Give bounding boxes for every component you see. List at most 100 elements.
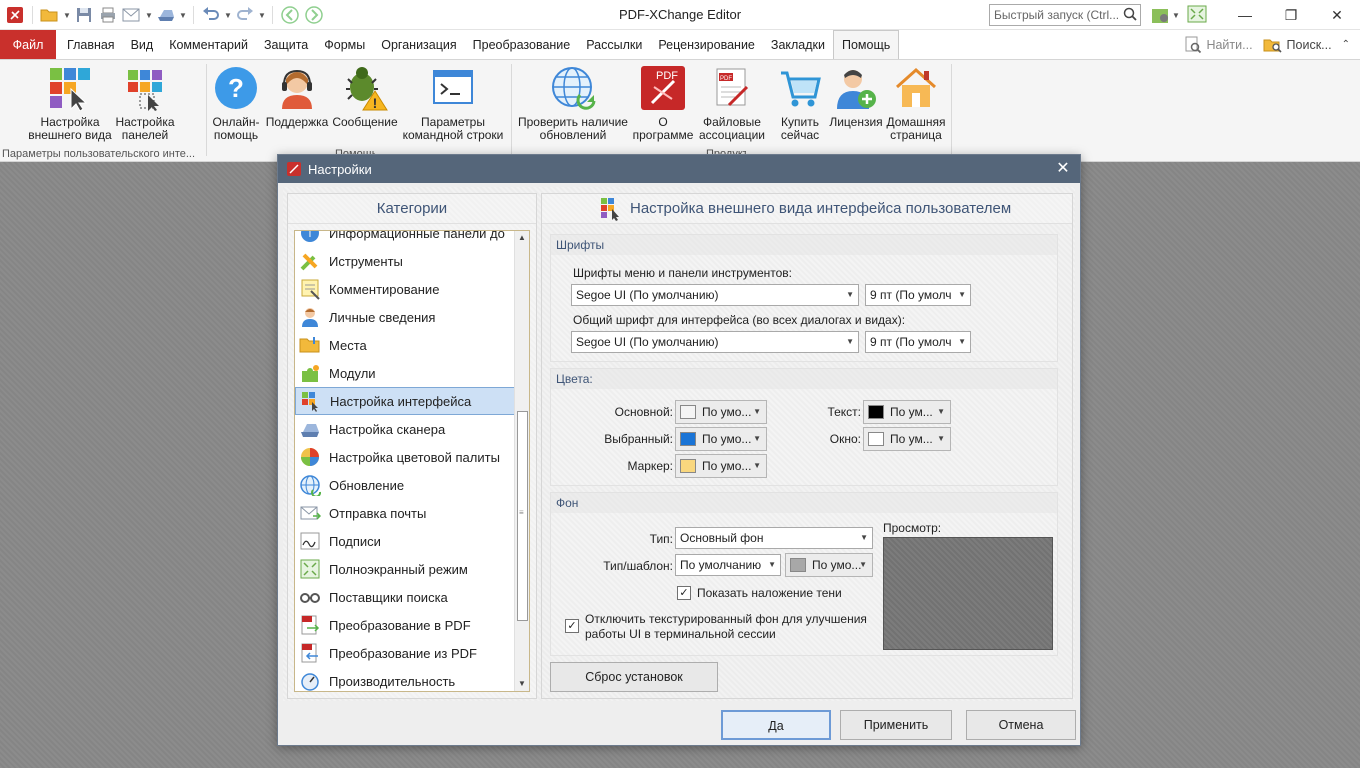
search-icon — [1123, 7, 1137, 24]
category-item-search-providers[interactable]: Поставщики поиска — [295, 583, 515, 611]
category-item-personal-info[interactable]: Личные сведения — [295, 303, 515, 331]
category-item-send-mail[interactable]: Отправка почты — [295, 499, 515, 527]
fullscreen-icon[interactable] — [1186, 4, 1208, 27]
category-item-tools[interactable]: Иструменты — [295, 247, 515, 275]
report-bug-button[interactable]: ! Сообщение — [330, 64, 400, 129]
undo-icon[interactable] — [200, 4, 222, 26]
tab-protect[interactable]: Защита — [256, 30, 316, 59]
tab-comment[interactable]: Комментарий — [161, 30, 256, 59]
window-color-picker[interactable]: По ум... ▼ — [863, 427, 951, 451]
quick-search-input[interactable]: Быстрый запуск (Ctrl... — [989, 4, 1141, 26]
category-item-places[interactable]: Места — [295, 331, 515, 359]
menu-font-select[interactable]: Segoe UI (По умолчанию) ▼ — [571, 284, 859, 306]
category-item-to-pdf[interactable]: Преобразование в PDF — [295, 611, 515, 639]
file-associations-button[interactable]: PDF Файловые ассоциации — [696, 64, 768, 142]
scroll-down-icon[interactable]: ▼ — [515, 677, 529, 691]
selected-color-label: Выбранный: — [604, 432, 673, 446]
license-button[interactable]: Лицензия — [828, 64, 884, 129]
category-item-signatures[interactable]: Подписи — [295, 527, 515, 555]
scan-dropdown-icon[interactable]: ▼ — [179, 11, 187, 20]
ui-appearance-button[interactable]: Настройка внешнего вида — [22, 64, 118, 142]
bg-template-select[interactable]: По умолчанию ▼ — [675, 554, 781, 576]
category-item-modules[interactable]: Модули — [295, 359, 515, 387]
undo-dropdown-icon[interactable]: ▼ — [224, 11, 232, 20]
category-item-commenting[interactable]: Комментирование — [295, 275, 515, 303]
scan-icon[interactable] — [155, 4, 177, 26]
fonts-section-title: Шрифты — [551, 235, 1057, 255]
menu-font-size-select[interactable]: 9 пт (По умолч ▼ — [865, 284, 971, 306]
tab-help[interactable]: Помощь — [833, 30, 900, 59]
general-font-select[interactable]: Segoe UI (По умолчанию) ▼ — [571, 331, 859, 353]
tab-mailings[interactable]: Рассылки — [578, 30, 650, 59]
category-item-fullscreen[interactable]: Полноэкранный режим — [295, 555, 515, 583]
scroll-thumb[interactable]: ≡ — [517, 411, 528, 621]
tabs-right-tools: Найти... Поиск... ⌃ — [1184, 30, 1350, 59]
find-button[interactable]: Найти... — [1184, 36, 1253, 54]
category-item-performance[interactable]: Производительность — [295, 667, 515, 691]
cancel-button[interactable]: Отмена — [966, 710, 1076, 740]
general-font-size-select[interactable]: 9 пт (По умолч ▼ — [865, 331, 971, 353]
tab-forms[interactable]: Формы — [316, 30, 373, 59]
support-button[interactable]: Поддержка — [264, 64, 330, 129]
tab-organize[interactable]: Организация — [373, 30, 464, 59]
category-label: Комментирование — [329, 281, 440, 297]
search-button[interactable]: Поиск... — [1263, 36, 1332, 54]
command-line-button[interactable]: Параметры командной строки — [400, 64, 506, 142]
redo-dropdown-icon[interactable]: ▼ — [258, 11, 266, 20]
scroll-up-icon[interactable]: ▲ — [515, 231, 529, 245]
online-help-button[interactable]: ? Онлайн- помощь — [210, 64, 262, 142]
email-icon[interactable] — [121, 4, 143, 26]
categories-list: i Информационные панели до Иструменты Ко… — [294, 230, 530, 692]
main-color-picker[interactable]: По умо... ▼ — [675, 400, 767, 424]
category-item-from-pdf[interactable]: Преобразование из PDF — [295, 639, 515, 667]
categories-scrollbar[interactable]: ▲ ≡ ▼ — [514, 231, 529, 691]
tab-review[interactable]: Рецензирование — [650, 30, 763, 59]
selected-color-swatch — [680, 432, 696, 446]
category-item-info-panels[interactable]: i Информационные панели до — [295, 230, 515, 247]
check-updates-button[interactable]: Проверить наличие обновлений — [514, 64, 632, 142]
tab-view[interactable]: Вид — [123, 30, 162, 59]
bg-type-select[interactable]: Основный фон ▼ — [675, 527, 873, 549]
category-item-scanner[interactable]: Настройка сканера — [295, 415, 515, 443]
panels-setup-button[interactable]: Настройка панелей — [112, 64, 178, 142]
tab-convert[interactable]: Преобразование — [465, 30, 579, 59]
buy-now-button[interactable]: Купить сейчас — [772, 64, 828, 142]
category-item-color-palette[interactable]: Настройка цветовой палиты — [295, 443, 515, 471]
marker-color-picker[interactable]: По умо... ▼ — [675, 454, 767, 478]
forward-icon[interactable] — [303, 4, 325, 26]
back-icon[interactable] — [279, 4, 301, 26]
category-item-update[interactable]: Обновление — [295, 471, 515, 499]
text-color-picker[interactable]: По ум... ▼ — [863, 400, 951, 424]
disable-texture-checkbox[interactable]: ✓ — [565, 619, 579, 633]
settings-tools-icon[interactable]: ▼ — [1150, 4, 1180, 27]
home-page-button[interactable]: Домашняя страница — [884, 64, 948, 142]
dialog-close-icon[interactable]: ✕ — [1054, 160, 1072, 178]
tab-file[interactable]: Файл — [0, 30, 56, 59]
close-icon[interactable]: ✕ — [1314, 0, 1360, 30]
bg-template-color-picker[interactable]: По умо... ▼ — [785, 553, 873, 577]
minimize-icon[interactable]: — — [1222, 0, 1268, 30]
open-folder-icon[interactable] — [39, 4, 61, 26]
restore-icon[interactable]: ❐ — [1268, 0, 1314, 30]
ribbon-collapse-icon[interactable]: ⌃ — [1342, 39, 1350, 50]
redo-icon[interactable] — [234, 4, 256, 26]
report-bug-label: Сообщение — [332, 115, 398, 129]
selected-color-picker[interactable]: По умо... ▼ — [675, 427, 767, 451]
tab-home[interactable]: Главная — [59, 30, 123, 59]
shadow-checkbox[interactable]: ✓ — [677, 586, 691, 600]
about-button[interactable]: PDF О программе — [630, 64, 696, 142]
category-label: Информационные панели до — [329, 230, 505, 241]
category-item-ui-settings[interactable]: Настройка интерфейса — [295, 387, 515, 415]
print-icon[interactable] — [97, 4, 119, 26]
email-dropdown-icon[interactable]: ▼ — [145, 11, 153, 20]
tab-bookmarks[interactable]: Закладки — [763, 30, 833, 59]
ok-button[interactable]: Да — [721, 710, 831, 740]
reset-settings-button[interactable]: Сброс установок — [550, 662, 718, 692]
comment-icon — [301, 279, 320, 300]
app-logo-icon[interactable] — [4, 4, 26, 26]
open-dropdown-icon[interactable]: ▼ — [63, 11, 71, 20]
apply-button[interactable]: Применить — [840, 710, 952, 740]
save-icon[interactable] — [73, 4, 95, 26]
preview-label: Просмотр: — [883, 521, 942, 535]
text-color-swatch — [868, 405, 884, 419]
